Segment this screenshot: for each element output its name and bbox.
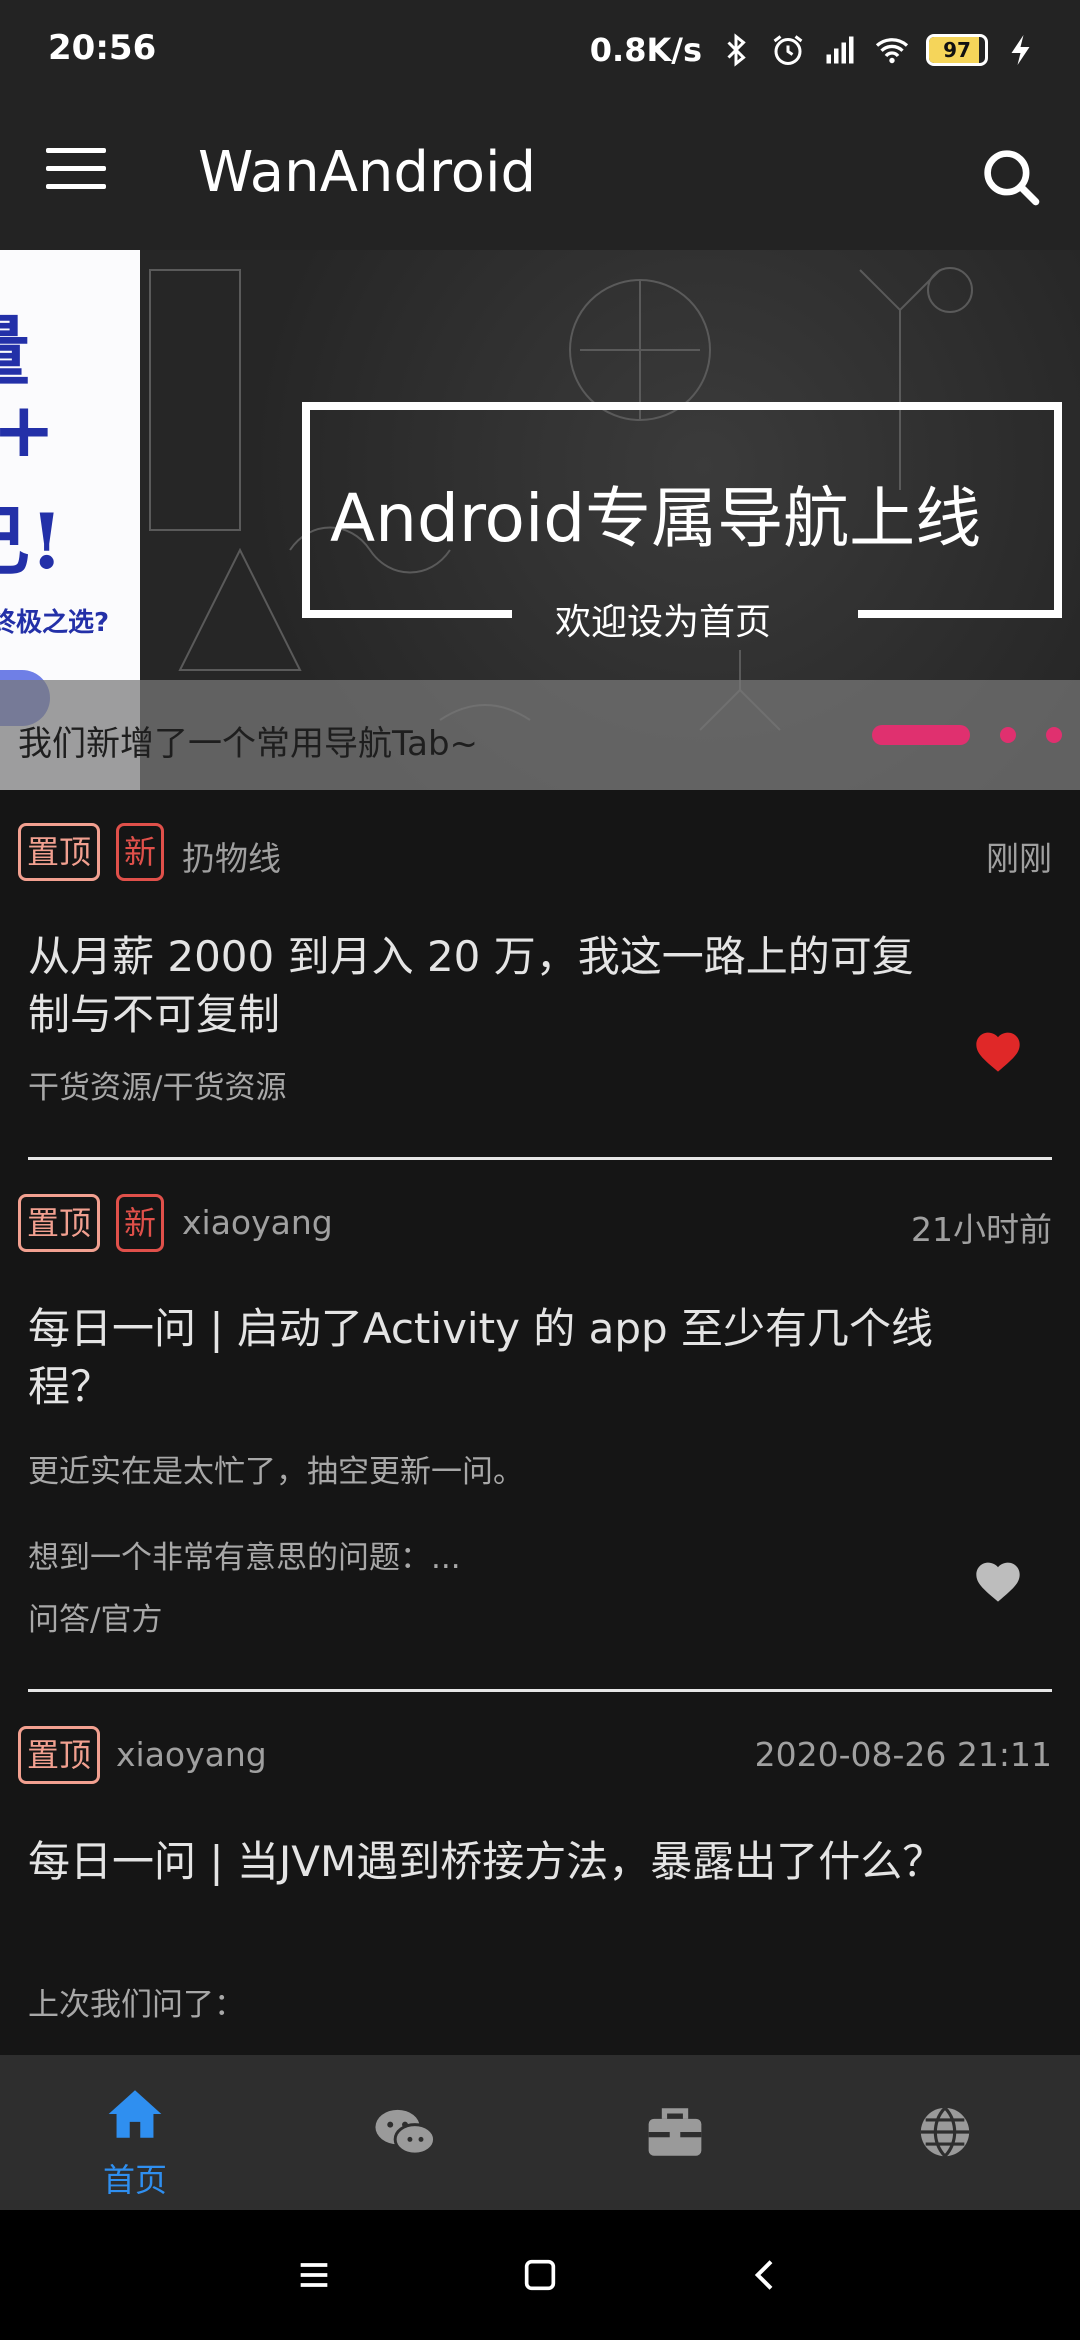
status-icons: 0.8K/s 97 <box>590 26 1040 74</box>
search-icon[interactable] <box>978 144 1044 210</box>
hamburger-menu-icon[interactable] <box>46 148 106 204</box>
tag-new: 新 <box>116 1194 164 1252</box>
article-author[interactable]: xiaoyang <box>182 1203 333 1242</box>
bluetooth-icon <box>727 33 746 67</box>
app-bar: WanAndroid <box>0 100 1080 250</box>
banner-prev-text-2: + <box>0 385 56 474</box>
article-time: 刚刚 <box>986 839 1052 878</box>
article-time: 2020-08-26 21:11 <box>754 1735 1052 1774</box>
nav-home[interactable]: 首页 <box>0 2055 270 2210</box>
nav-home-label: 首页 <box>102 2161 167 2199</box>
tag-pinned: 置顶 <box>18 1194 100 1252</box>
article-title[interactable]: 每日一问 | 启动了Activity 的 app 至少有几个线程？ <box>28 1300 948 1416</box>
article-category[interactable]: 干货资源/干货资源 <box>28 1062 286 1107</box>
banner-prev-text-1: 量 <box>0 290 30 400</box>
wechat-icon <box>375 2109 437 2156</box>
banner-frame-line-right <box>858 610 1062 618</box>
tag-pinned: 置顶 <box>18 1726 100 1784</box>
alarm-icon <box>773 35 803 65</box>
banner-prev-text-3: 己! <box>0 497 64 586</box>
net-speed: 0.8K/s <box>589 31 702 69</box>
banner-carousel[interactable]: 量 + 己! 終极之选? Android专属导航上线 欢迎设为首页 我们新增了一… <box>0 250 1080 790</box>
signal-icon <box>826 36 854 64</box>
home-square-icon[interactable] <box>520 2255 560 2295</box>
article-desc: 上次我们问了： <box>28 1987 245 2023</box>
banner-subtitle: 欢迎设为首页 <box>555 602 772 643</box>
nav-projects[interactable] <box>540 2055 810 2210</box>
app-title: WanAndroid <box>198 140 537 205</box>
system-navigation-bar <box>0 2210 1080 2340</box>
bottom-navigation: 首页 <box>0 2055 1080 2210</box>
article-item[interactable]: 置顶 xiaoyang 2020-08-26 21:11 每日一问 | 当JVM… <box>0 1693 1080 2055</box>
article-author[interactable]: xiaoyang <box>116 1735 267 1774</box>
banner-prev-text-4: 終极之选? <box>0 608 110 638</box>
tag-pinned: 置顶 <box>18 823 100 881</box>
article-item[interactable]: 置顶 新 xiaoyang 21小时前 每日一问 | 启动了Activity 的… <box>0 1160 1080 1693</box>
banner-caption: 我们新增了一个常用导航Tab~ <box>18 724 479 764</box>
indicator-dot[interactable] <box>1046 727 1062 743</box>
wifi-icon <box>875 38 909 64</box>
tag-new: 新 <box>116 823 164 881</box>
article-category[interactable]: 问答/官方 <box>28 1594 162 1639</box>
heart-icon[interactable] <box>972 1026 1024 1074</box>
home-icon <box>108 2090 162 2138</box>
banner-frame-line-left <box>302 610 512 618</box>
heart-icon[interactable] <box>972 1556 1024 1604</box>
status-bar: 20:56 0.8K/s 97 <box>0 0 1080 100</box>
divider <box>28 1689 1052 1692</box>
recents-icon[interactable] <box>294 2255 334 2295</box>
article-title[interactable]: 从月薪 2000 到月入 20 万，我这一路上的可复制与不可复制 <box>28 928 948 1044</box>
article-title[interactable]: 每日一问 | 当JVM遇到桥接方法，暴露出了什么？ <box>28 1833 948 1891</box>
nav-wechat[interactable] <box>270 2055 540 2210</box>
article-desc: 更近实在是太忙了，抽空更新一问。 <box>28 1454 524 1490</box>
banner-headline: Android专属导航上线 <box>330 480 982 557</box>
article-desc-more: 想到一个非常有意思的问题：... <box>28 1540 461 1576</box>
article-author[interactable]: 扔物线 <box>182 832 281 880</box>
back-icon[interactable] <box>746 2255 786 2295</box>
article-time: 21小时前 <box>911 1210 1052 1249</box>
nav-web[interactable] <box>810 2055 1080 2210</box>
battery-level: 97 <box>943 38 971 62</box>
battery-icon: 97 <box>926 34 988 66</box>
globe-icon <box>920 2106 970 2159</box>
article-item[interactable]: 置顶 新 扔物线 刚刚 从月薪 2000 到月入 20 万，我这一路上的可复制与… <box>0 790 1080 1160</box>
charging-icon <box>1011 35 1030 65</box>
status-time: 20:56 <box>48 28 157 68</box>
indicator-dot-active[interactable] <box>872 725 970 745</box>
banner-indicator <box>872 720 1062 750</box>
indicator-dot[interactable] <box>1000 727 1016 743</box>
briefcase-icon <box>648 2108 702 2156</box>
